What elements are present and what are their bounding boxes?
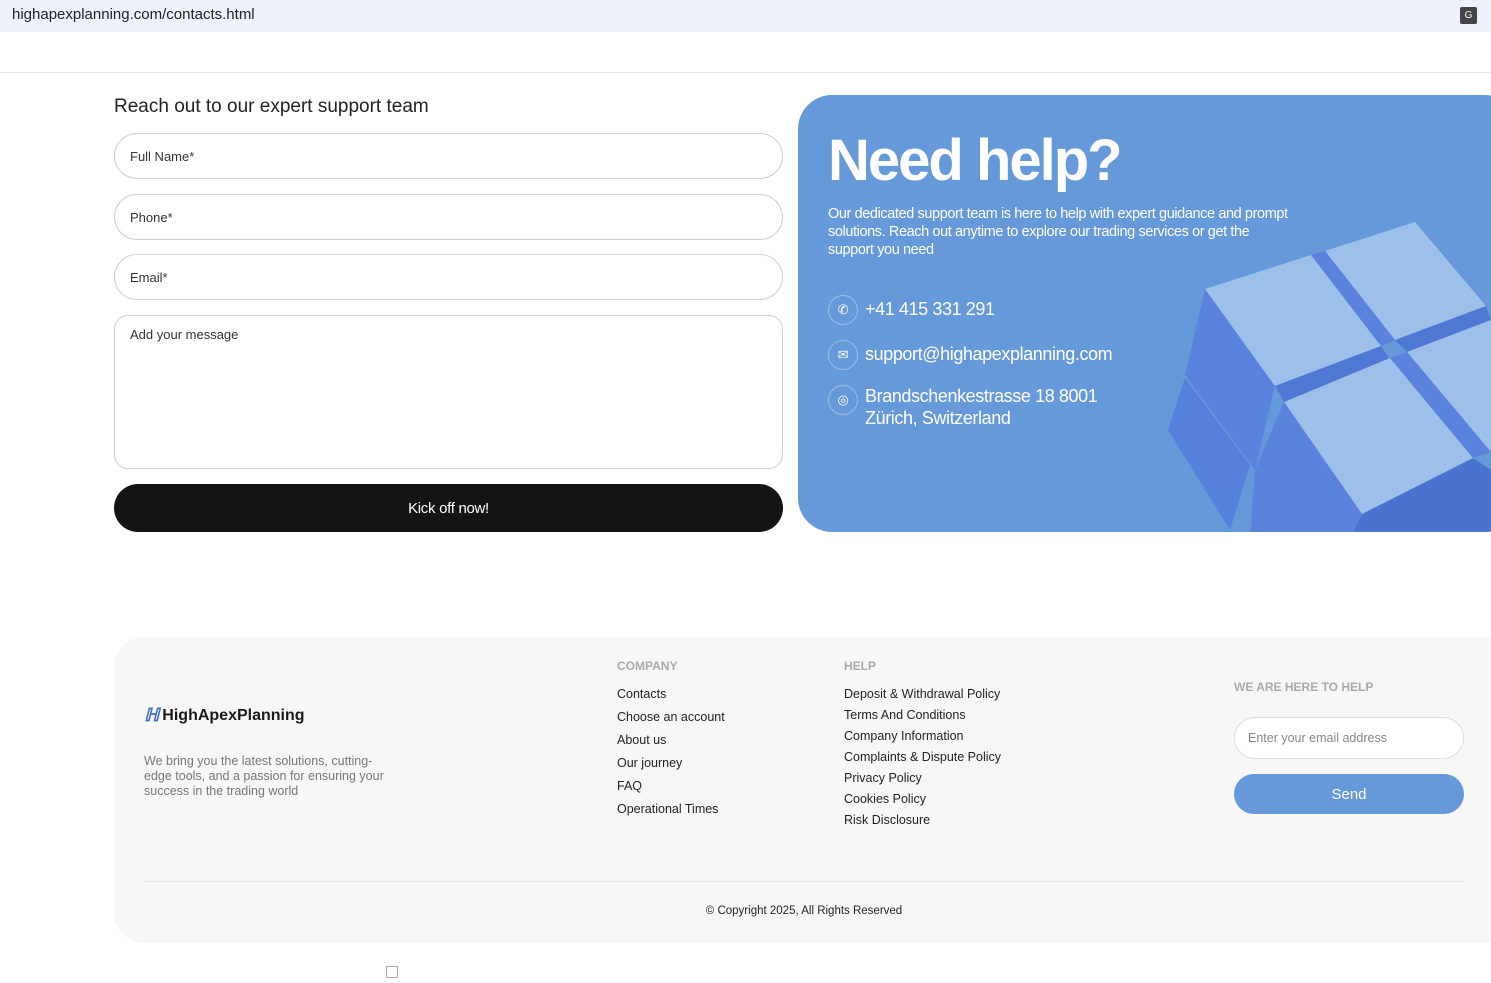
message-textarea[interactable]: Add your message xyxy=(114,315,783,469)
footer-divider xyxy=(144,881,1464,882)
footer-link-journey[interactable]: Our journey xyxy=(617,756,725,770)
company-heading: COMPANY xyxy=(617,659,678,673)
form-title: Reach out to our expert support team xyxy=(114,96,429,117)
footer-link-about[interactable]: About us xyxy=(617,733,725,747)
phone-icon: ✆ xyxy=(828,295,858,325)
footer-link-faq[interactable]: FAQ xyxy=(617,779,725,793)
help-panel: Need help? Our dedicated support team is… xyxy=(798,95,1491,532)
broken-image-icon xyxy=(386,966,398,978)
email-text[interactable]: support@highapexplanning.com xyxy=(865,344,1113,365)
brand-name: HighApexPlanning xyxy=(162,706,305,724)
header-divider xyxy=(0,72,1491,73)
footer-link-contacts[interactable]: Contacts xyxy=(617,687,725,701)
copyright: © Copyright 2025, All Rights Reserved xyxy=(705,905,903,917)
phone-text[interactable]: +41 415 331 291 xyxy=(865,299,995,320)
translate-icon[interactable]: G xyxy=(1460,7,1477,24)
help-links: HELP Deposit & Withdrawal Policy Terms A… xyxy=(844,659,1001,834)
about-text: We bring you the latest solutions, cutti… xyxy=(144,754,384,798)
send-button[interactable]: Send xyxy=(1234,774,1464,814)
help-description: Our dedicated support team is here to he… xyxy=(828,206,1288,258)
footer-link-privacy[interactable]: Privacy Policy xyxy=(844,771,1001,785)
full-name-input[interactable]: Full Name* xyxy=(114,133,783,179)
footer-link-operational-times[interactable]: Operational Times xyxy=(617,802,725,816)
kick-off-button[interactable]: Kick off now! xyxy=(114,484,783,532)
footer-link-complaints[interactable]: Complaints & Dispute Policy xyxy=(844,750,1001,764)
logo-mark-icon: ℍ xyxy=(144,705,160,725)
footer-link-risk[interactable]: Risk Disclosure xyxy=(844,813,1001,827)
address-bar[interactable]: highapexplanning.com/contacts.html G xyxy=(0,0,1491,32)
footer-link-terms[interactable]: Terms And Conditions xyxy=(844,708,1001,722)
url-text[interactable]: highapexplanning.com/contacts.html xyxy=(12,6,255,23)
email-input[interactable]: Email* xyxy=(114,254,783,300)
help-heading: HELP xyxy=(844,659,877,673)
address-line-2: Zürich, Switzerland xyxy=(865,408,1011,428)
contact-phone[interactable]: ✆ +41 415 331 291 xyxy=(828,295,995,325)
contact-address: ◎ Brandschenkestrasse 18 8001 Zürich, Swi… xyxy=(828,385,1098,429)
company-links: COMPANY Contacts Choose an account About… xyxy=(617,659,725,825)
footer-link-deposit[interactable]: Deposit & Withdrawal Policy xyxy=(844,687,1001,701)
address-text: Brandschenkestrasse 18 8001 Zürich, Switz… xyxy=(865,385,1098,429)
mail-icon: ✉ xyxy=(828,340,858,370)
contact-email[interactable]: ✉ support@highapexplanning.com xyxy=(828,340,1113,370)
footer-link-choose-account[interactable]: Choose an account xyxy=(617,710,725,724)
newsletter-email-input[interactable]: Enter your email address xyxy=(1234,717,1464,759)
footer-link-company-info[interactable]: Company Information xyxy=(844,729,1001,743)
footer-link-cookies[interactable]: Cookies Policy xyxy=(844,792,1001,806)
newsletter-heading: WE ARE HERE TO HELP xyxy=(1234,680,1374,694)
footer: ℍ HighApexPlanning We bring you the lates… xyxy=(114,637,1491,943)
phone-input[interactable]: Phone* xyxy=(114,194,783,240)
help-title: Need help? xyxy=(828,128,1123,193)
location-pin-icon: ◎ xyxy=(828,385,858,415)
brand-logo[interactable]: ℍ HighApexPlanning xyxy=(144,705,305,726)
address-line-1: Brandschenkestrasse 18 8001 xyxy=(865,386,1098,406)
